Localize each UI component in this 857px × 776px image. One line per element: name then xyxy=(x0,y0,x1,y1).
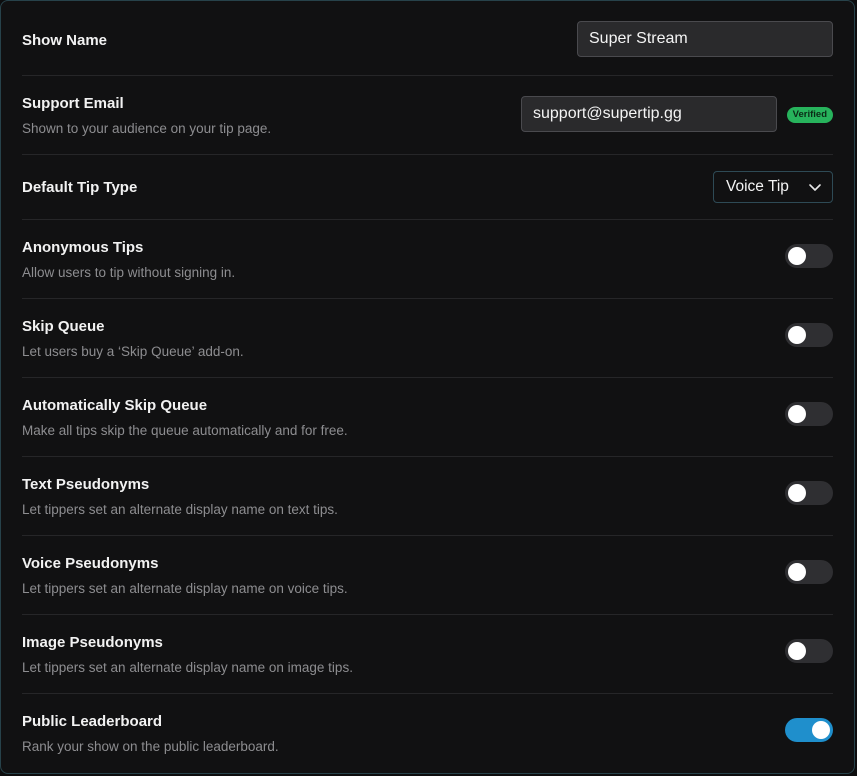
support-email-input[interactable] xyxy=(521,96,777,132)
row-auto-skip-queue: Automatically Skip Queue Make all tips s… xyxy=(22,378,833,457)
row-image-pseudonyms: Image Pseudonyms Let tippers set an alte… xyxy=(22,615,833,694)
row-skip-queue: Skip Queue Let users buy a ‘Skip Queue’ … xyxy=(22,299,833,378)
show-name-input[interactable] xyxy=(577,21,833,57)
toggle-knob xyxy=(788,326,806,344)
row-anonymous-tips: Anonymous Tips Allow users to tip withou… xyxy=(22,220,833,299)
anonymous-tips-toggle[interactable] xyxy=(785,244,833,268)
setting-description: Let tippers set an alternate display nam… xyxy=(22,581,348,596)
toggle-knob xyxy=(788,247,806,265)
setting-description: Allow users to tip without signing in. xyxy=(22,265,236,280)
row-voice-pseudonyms: Voice Pseudonyms Let tippers set an alte… xyxy=(22,536,833,615)
setting-label: Public Leaderboard xyxy=(22,713,163,730)
default-tip-type-label: Default Tip Type xyxy=(22,179,138,196)
tip-type-select-value: Voice Tip xyxy=(726,178,789,195)
setting-description: Let tippers set an alternate display nam… xyxy=(22,660,353,675)
setting-label: Text Pseudonyms xyxy=(22,476,150,493)
toggle-knob xyxy=(788,563,806,581)
toggle-knob xyxy=(812,721,830,739)
public-leaderboard-toggle[interactable] xyxy=(785,718,833,742)
setting-label: Voice Pseudonyms xyxy=(22,555,159,572)
setting-label: Anonymous Tips xyxy=(22,239,144,256)
setting-label: Skip Queue xyxy=(22,318,105,335)
row-text-pseudonyms: Text Pseudonyms Let tippers set an alter… xyxy=(22,457,833,536)
setting-description: Let tippers set an alternate display nam… xyxy=(22,502,338,517)
auto-skip-queue-toggle[interactable] xyxy=(785,402,833,426)
show-name-label: Show Name xyxy=(22,32,108,49)
row-show-name: Show Name xyxy=(22,1,833,76)
toggle-knob xyxy=(788,484,806,502)
setting-label: Image Pseudonyms xyxy=(22,634,163,651)
support-email-label: Support Email xyxy=(22,95,124,112)
voice-pseudonyms-toggle[interactable] xyxy=(785,560,833,584)
chevron-down-icon xyxy=(809,184,821,191)
support-email-description: Shown to your audience on your tip page. xyxy=(22,121,272,136)
text-pseudonyms-toggle[interactable] xyxy=(785,481,833,505)
settings-panel: Show Name Support Email Shown to your au… xyxy=(0,0,855,774)
image-pseudonyms-toggle[interactable] xyxy=(785,639,833,663)
skip-queue-toggle[interactable] xyxy=(785,323,833,347)
row-default-tip-type: Default Tip Type Voice Tip xyxy=(22,155,833,220)
verified-badge: Verified xyxy=(786,107,833,123)
setting-description: Make all tips skip the queue automatical… xyxy=(22,423,348,438)
setting-description: Rank your show on the public leaderboard… xyxy=(22,739,279,754)
row-public-leaderboard: Public Leaderboard Rank your show on the… xyxy=(22,694,833,774)
toggle-knob xyxy=(788,642,806,660)
row-support-email: Support Email Shown to your audience on … xyxy=(22,76,833,155)
tip-type-select[interactable]: Voice Tip xyxy=(713,171,833,203)
toggle-knob xyxy=(788,405,806,423)
setting-description: Let users buy a ‘Skip Queue’ add-on. xyxy=(22,344,244,359)
setting-label: Automatically Skip Queue xyxy=(22,397,208,414)
